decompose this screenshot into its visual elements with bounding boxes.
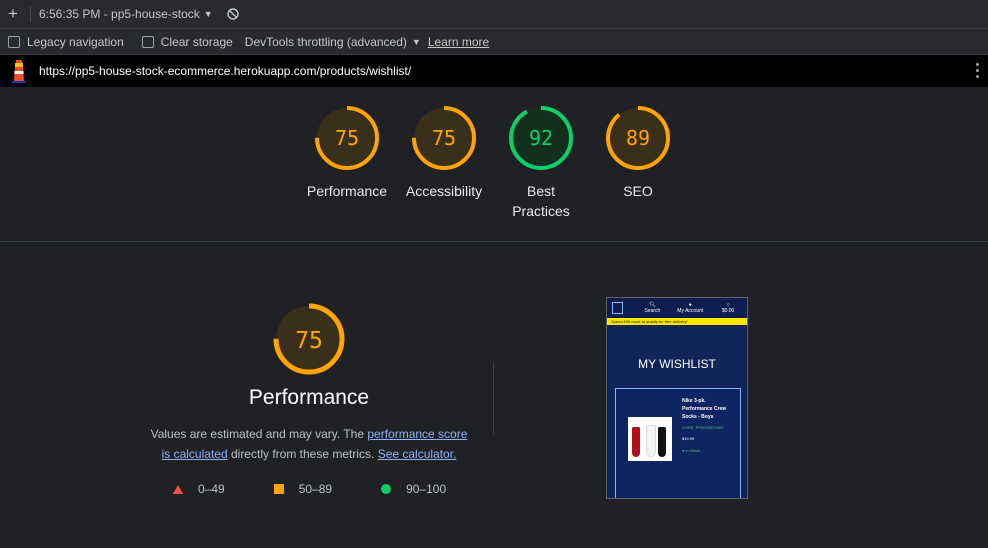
- report-url-bar: https://pp5-house-stock-ecommerce.heroku…: [0, 55, 988, 87]
- more-options-icon[interactable]: [976, 63, 980, 81]
- screenshot-search: 🔍︎ Search: [644, 302, 661, 314]
- report-url[interactable]: https://pp5-house-stock-ecommerce.heroku…: [39, 64, 411, 78]
- gauge-best-practices[interactable]: 92 Best Practices: [493, 105, 589, 221]
- gauge-ring: 89: [606, 106, 670, 170]
- legend-fail: 0–49: [173, 482, 225, 496]
- gauge-ring: 75: [412, 106, 476, 170]
- score-legend: 0–49 50–89 90–100: [173, 482, 495, 496]
- clear-storage-checkbox[interactable]: Clear storage: [141, 34, 233, 49]
- performance-title: Performance: [248, 386, 370, 409]
- legend-pass: 90–100: [381, 482, 446, 496]
- screenshot-product-card: Nike 3-pk. Performance Crew Socks - Boys…: [615, 388, 741, 498]
- checkbox-box[interactable]: [8, 35, 20, 48]
- learn-more-link[interactable]: Learn more: [428, 35, 489, 49]
- gauge-seo[interactable]: 89 SEO: [590, 105, 686, 201]
- average-square-icon: [273, 484, 284, 494]
- screenshot-heading: MY WISHLIST: [638, 357, 716, 371]
- pass-circle-icon: [381, 484, 392, 494]
- new-report-button[interactable]: +: [0, 4, 26, 24]
- lighthouse-options-bar: Legacy navigation Clear storage DevTools…: [0, 29, 988, 55]
- report-dropdown-caret[interactable]: ▼: [204, 9, 213, 19]
- toolbar-separator: [30, 6, 31, 22]
- performance-description: Values are estimated and may vary. The p…: [150, 427, 468, 461]
- chevron-down-icon: ▼: [411, 36, 421, 47]
- screenshot-account: ● My Account: [677, 302, 704, 314]
- gauge-score: 75: [335, 126, 359, 150]
- section-divider: [0, 241, 988, 242]
- see-calculator-link[interactable]: See calculator.: [378, 447, 457, 461]
- gauge-ring: 75: [315, 106, 379, 170]
- clear-block-icon[interactable]: [226, 8, 239, 20]
- checkbox-box[interactable]: [141, 35, 154, 48]
- gauge-label: SEO: [623, 183, 653, 199]
- legacy-navigation-label: Legacy navigation: [27, 34, 124, 49]
- gauge-label: Best Practices: [512, 183, 570, 219]
- fail-triangle-icon: [173, 484, 183, 494]
- vertical-divider: [493, 362, 494, 434]
- screenshot-banner: Spend £99 more to qualify for free deliv…: [607, 318, 747, 325]
- performance-gauge: 75: [273, 303, 345, 375]
- devtools-toolbar: + 6:56:35 PM - pp5-house-stock ▼: [0, 0, 988, 29]
- screenshot-product-info: Nike 3-pk. Performance Crew Socks - Boys…: [682, 398, 727, 453]
- throttling-label: DevTools throttling (advanced): [244, 34, 407, 49]
- gauge-score: 92: [529, 126, 553, 150]
- legend-average: 50–89: [273, 482, 332, 496]
- clear-storage-label: Clear storage: [160, 34, 233, 49]
- gauge-label: Performance: [306, 183, 388, 199]
- screenshot-cart: ○ $0.00: [721, 302, 735, 314]
- report-selector[interactable]: 6:56:35 PM - pp5-house-stock: [39, 7, 200, 21]
- performance-score: 75: [295, 328, 323, 354]
- socks-image: [628, 417, 672, 461]
- final-screenshot[interactable]: 🔍︎ Search ● My Account ○ $0.00 Spend £99 mo…: [606, 297, 748, 499]
- gauge-score: 89: [626, 126, 650, 150]
- performance-section: 75 Performance Values are estimated and …: [150, 302, 468, 464]
- gauge-performance[interactable]: 75 Performance: [299, 105, 395, 201]
- score-gauges: 75 Performance 75 Accessibility 92 Best …: [0, 105, 988, 225]
- gauge-ring: 92: [509, 106, 573, 170]
- gauge-accessibility[interactable]: 75 Accessibility: [396, 105, 492, 201]
- gauge-label: Accessibility: [405, 183, 483, 199]
- screenshot-navbar: 🔍︎ Search ● My Account ○ $0.00: [607, 298, 747, 318]
- throttling-select[interactable]: DevTools throttling (advanced) ▼: [245, 35, 421, 49]
- hamburger-icon: [612, 302, 624, 314]
- legacy-navigation-checkbox[interactable]: Legacy navigation: [8, 35, 124, 49]
- lighthouse-logo-icon: [12, 60, 26, 83]
- gauge-score: 75: [432, 126, 456, 150]
